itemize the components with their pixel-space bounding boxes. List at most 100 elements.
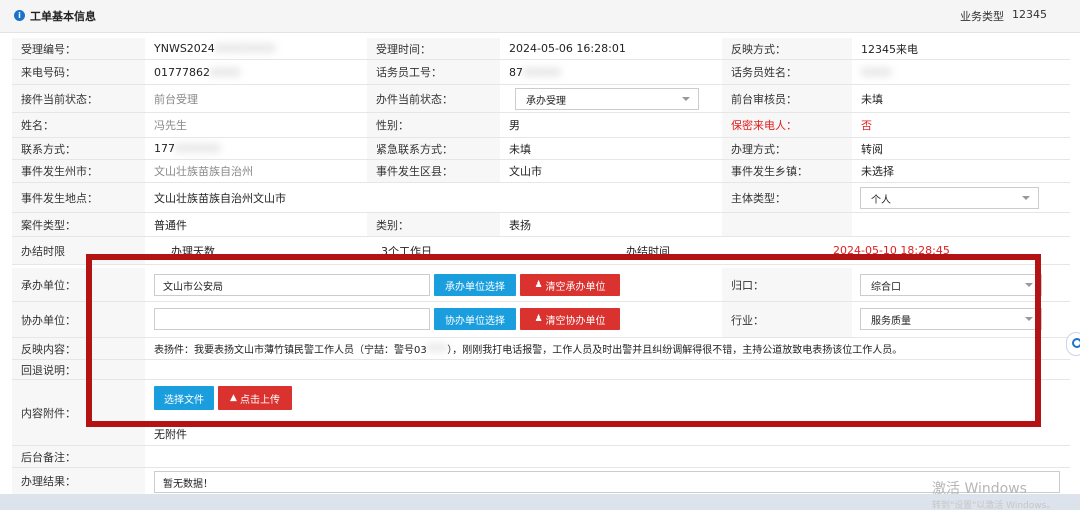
empty-label-cell [722, 213, 852, 236]
row-location-info: 事件发生州市： 文山壮族苗族自治州 事件发生区县： 文山市 事件发生乡镇： 未选… [12, 160, 1070, 183]
upload-icon: ▲ [230, 393, 237, 403]
industry-select[interactable]: 服务质量 [860, 308, 1042, 330]
backend-note-label: 后台备注： [12, 446, 145, 467]
activate-windows-subtext: 转到"设置"以激活 Windows。 [932, 501, 1056, 510]
handle-state-select-value: 承办受理 [526, 95, 566, 107]
content-label: 反映内容： [12, 338, 145, 359]
row-attachments: 内容附件： 选择文件 ▲ 点击上传 无附件 [12, 380, 1070, 446]
host-unit-input[interactable]: 文山市公安局 [154, 274, 430, 296]
row-status-info: 接件当前状态： 前台受理 办件当前状态： 承办受理 前台审核员： 未填 [12, 85, 1070, 113]
section-title: 工单基本信息 [30, 10, 96, 23]
category-label: 类别： [367, 213, 500, 236]
host-unit-select-button[interactable]: 承办单位选择 [434, 274, 516, 296]
host-unit-label: 承办单位： [12, 268, 145, 301]
section-header: i 工单基本信息 业务类型 12345 [0, 0, 1080, 33]
accept-time-value: 2024-05-06 16:28:01 [509, 42, 626, 55]
accept-no-value: YNWS2024 XXXXXXXX [154, 42, 276, 55]
handle-mode-label: 办理方式： [722, 138, 852, 159]
finish-time-label: 办结时间 [626, 244, 670, 258]
choose-file-button[interactable]: 选择文件 [154, 386, 214, 410]
clear-host-unit-button[interactable]: ♟ 清空承办单位 [520, 274, 620, 296]
row-return-note: 回退说明： [12, 360, 1070, 380]
accept-time-label: 受理时间： [367, 38, 500, 59]
row-backend-note: 后台备注： [12, 446, 1070, 468]
subject-type-label: 主体类型： [722, 183, 852, 212]
accept-no-label: 受理编号： [12, 38, 145, 59]
chevron-down-icon [1025, 283, 1033, 287]
phone-label: 来电号码： [12, 60, 145, 84]
name-label: 姓名： [12, 113, 145, 137]
emergency-contact-value: 未填 [509, 142, 531, 156]
assist-unit-input[interactable] [154, 308, 430, 330]
reflect-method-value: 12345来电 [861, 42, 918, 56]
assist-unit-select-button[interactable]: 协办单位选择 [434, 308, 516, 330]
current-state-value: 前台受理 [154, 92, 198, 106]
row-deadline: 办结时限 办理天数 3个工作日 办结时间 2024-05-10 18:28:45 [12, 237, 1070, 265]
operator-name-label: 话务员姓名： [722, 60, 852, 84]
industry-label: 行业： [722, 302, 852, 337]
no-attachment-text: 无附件 [154, 428, 187, 441]
city-value: 文山壮族苗族自治州 [154, 165, 253, 178]
row-phone-info: 来电号码： 01777862 XXXX 话务员工号： 87 XXXXX 话务员姓名：… [12, 60, 1070, 85]
place-label: 事件发生地点： [12, 183, 145, 212]
place-value: 文山壮族苗族自治州文山市 [154, 191, 286, 205]
contact-value: 177 XXXXXX [154, 142, 221, 155]
clear-assist-unit-button[interactable]: ♟ 清空协办单位 [520, 308, 620, 330]
district-label: 事件发生区县： [367, 160, 500, 182]
gender-value: 男 [509, 119, 520, 132]
subject-type-select-value: 个人 [871, 194, 891, 206]
taskbar-strip [0, 494, 1080, 510]
biz-type-label: 业务类型 [960, 10, 1004, 23]
guikou-select-value: 综合口 [871, 281, 901, 293]
industry-select-value: 服务质量 [871, 315, 911, 327]
row-accept-info: 受理编号： YNWS2024 XXXXXXXX 受理时间： 2024-05-06 … [12, 38, 1070, 60]
user-icon: ♟ [534, 280, 543, 290]
user-icon: ♟ [534, 314, 543, 324]
reviewer-value: 未填 [861, 92, 883, 106]
row-content: 反映内容： 表扬件：我要表扬文山市薄竹镇民警工作人员（宁喆：警号03 XXX ），刚… [12, 338, 1070, 360]
town-label: 事件发生乡镇： [722, 160, 852, 182]
guikou-select[interactable]: 综合口 [860, 274, 1042, 296]
upload-button[interactable]: ▲ 点击上传 [218, 386, 292, 410]
biz-type-value: 12345 [1012, 8, 1047, 21]
district-value: 文山市 [509, 165, 542, 178]
finish-time-value: 2024-05-10 18:28:45 [833, 244, 950, 257]
name-value: 冯先生 [154, 119, 187, 132]
current-state-label: 接件当前状态： [12, 85, 145, 112]
handle-state-select[interactable]: 承办受理 [515, 88, 699, 110]
handle-state-label: 办件当前状态： [367, 85, 500, 112]
row-place-info: 事件发生地点： 文山壮族苗族自治州文山市 主体类型： 个人 [12, 183, 1070, 213]
result-label: 办理结果： [12, 468, 145, 494]
category-value: 表扬 [509, 218, 531, 232]
reflect-method-label: 反映方式： [722, 38, 852, 59]
emergency-contact-label: 紧急联系方式： [367, 138, 500, 159]
subject-type-select[interactable]: 个人 [860, 187, 1039, 209]
handle-mode-value: 转阅 [861, 142, 883, 156]
operator-no-label: 话务员工号： [367, 60, 500, 84]
city-label: 事件发生州市： [12, 160, 145, 182]
case-type-value: 普通件 [154, 218, 187, 232]
work-days-value: 3个工作日 [381, 244, 432, 258]
return-note-label: 回退说明： [12, 360, 145, 379]
case-type-label: 案件类型： [12, 213, 145, 236]
attachment-label: 内容附件： [12, 380, 145, 445]
floating-help-icon[interactable] [1066, 332, 1080, 356]
result-textarea[interactable]: 暂无数据！ [154, 471, 1060, 493]
row-host-unit: 承办单位： 文山市公安局 承办单位选择 ♟ 清空承办单位 归口： 综合口 [12, 268, 1070, 302]
activate-windows-watermark: 激活 Windows [932, 481, 1027, 497]
chevron-down-icon [682, 97, 690, 101]
secret-caller-value: 否 [861, 119, 872, 132]
work-days-label: 办理天数 [171, 244, 215, 258]
town-value: 未选择 [861, 165, 894, 178]
content-value: 表扬件：我要表扬文山市薄竹镇民警工作人员（宁喆：警号03 XXX ），刚刚我打电话报… [154, 343, 903, 356]
guikou-label: 归口： [722, 268, 852, 301]
phone-value: 01777862 XXXX [154, 65, 241, 79]
deadline-label: 办结时限 [12, 237, 145, 264]
operator-no-value: 87 XXXXX [509, 65, 561, 79]
chevron-down-icon [1022, 196, 1030, 200]
info-icon: i [14, 10, 25, 21]
assist-unit-label: 协办单位： [12, 302, 145, 337]
chevron-down-icon [1025, 317, 1033, 321]
row-contact-info: 联系方式： 177 XXXXXX 紧急联系方式： 未填 办理方式： 转阅 [12, 138, 1070, 160]
secret-caller-label: 保密来电人： [722, 113, 852, 137]
